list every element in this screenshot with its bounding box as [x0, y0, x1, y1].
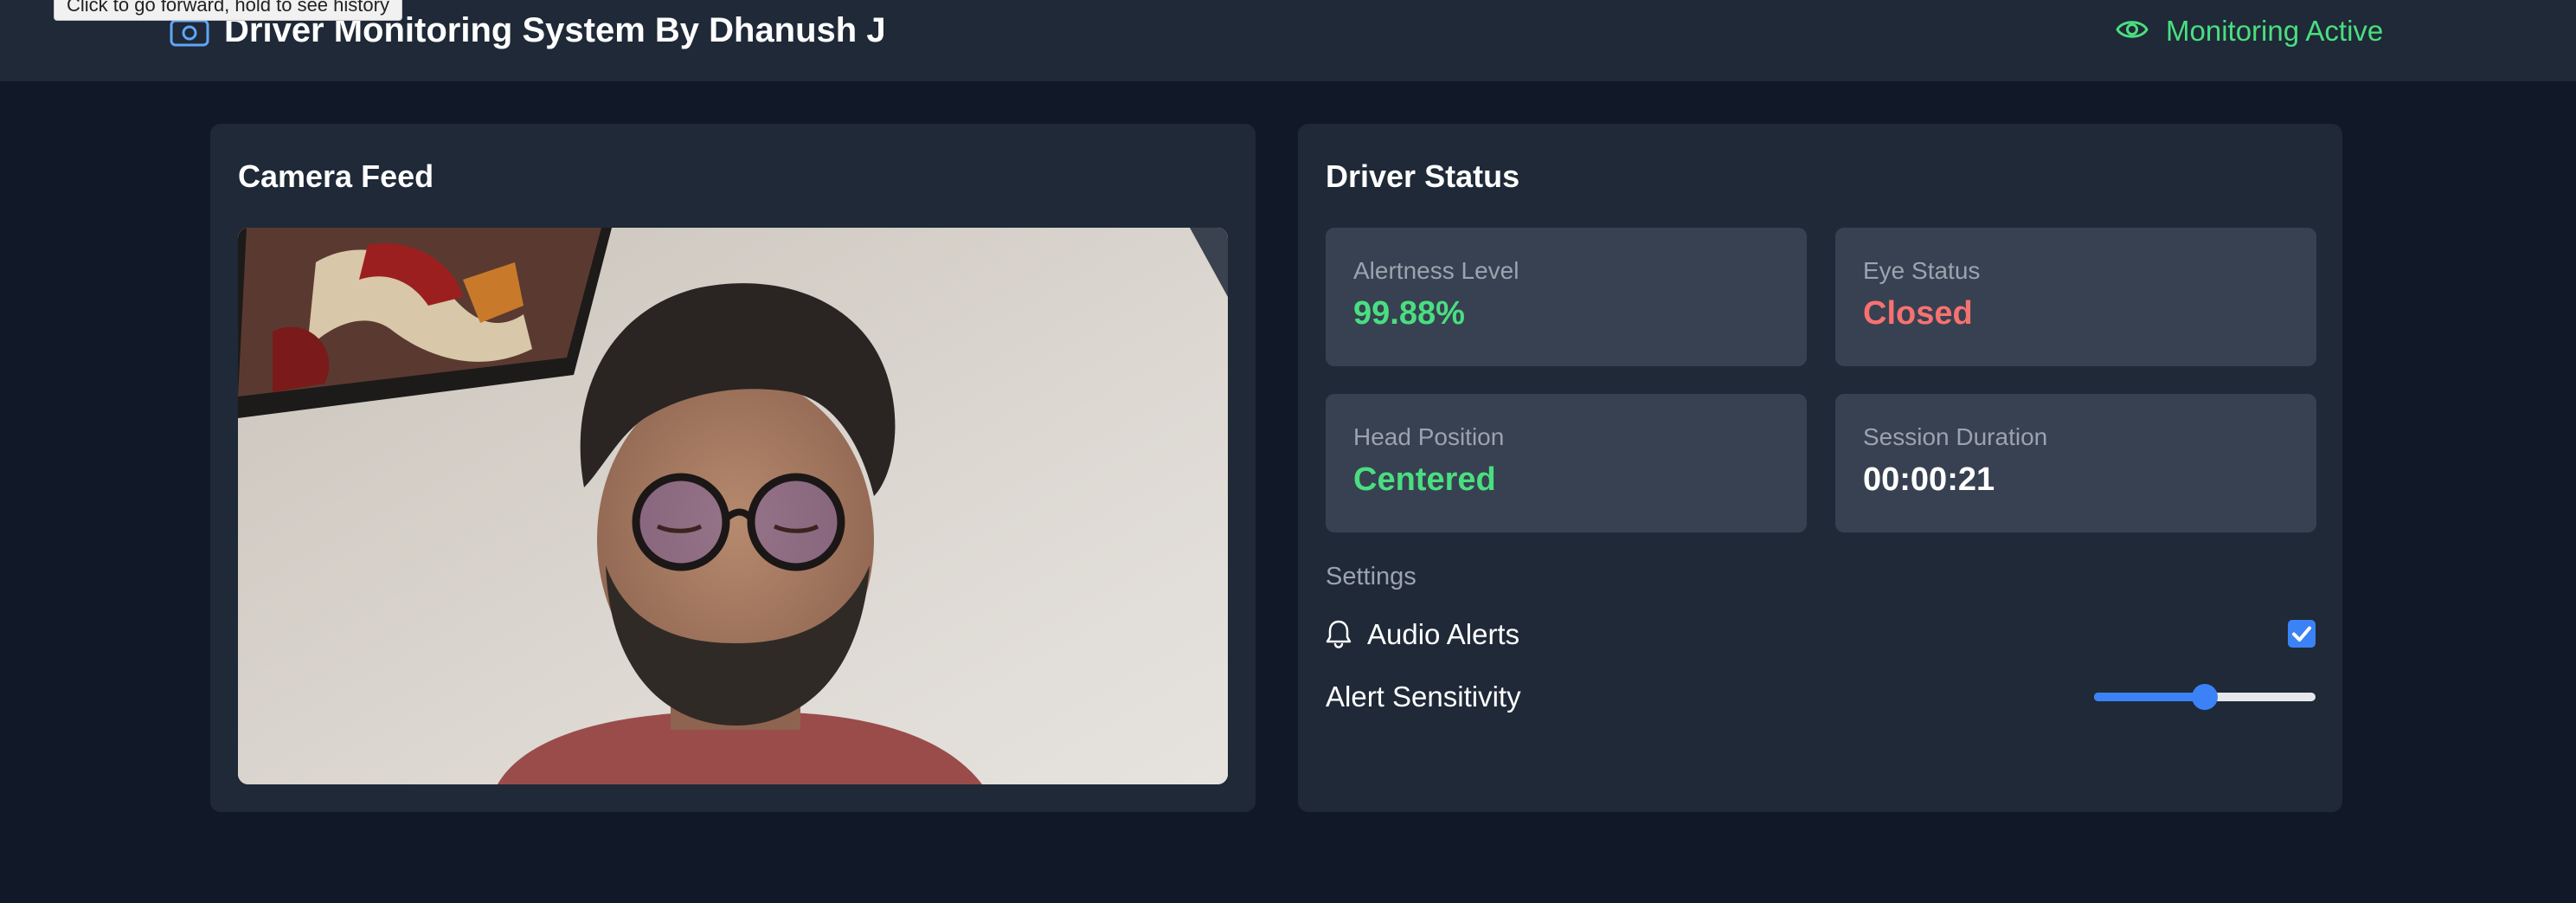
eye-status-value: Closed [1863, 295, 1973, 332]
monitoring-status-label: Monitoring Active [2166, 15, 2384, 47]
alert-sensitivity-slider[interactable] [2094, 683, 2316, 711]
session-duration-label: Session Duration [1863, 423, 2048, 450]
alertness-value: 99.88% [1353, 295, 1465, 332]
settings-heading: Settings [1326, 563, 1416, 590]
driver-status-title: Driver Status [1326, 158, 1520, 194]
audio-alerts-checkbox[interactable] [2288, 620, 2316, 648]
audio-alerts-label: Audio Alerts [1367, 618, 1520, 650]
eye-status-label: Eye Status [1863, 257, 1981, 284]
session-duration-value: 00:00:21 [1863, 461, 1995, 498]
session-duration-card: Session Duration 00:00:21 [1835, 394, 2316, 532]
camera-panel-title: Camera Feed [238, 158, 434, 194]
driver-status-panel: Driver Status Alertness Level 99.88% Eye… [1298, 124, 2342, 812]
head-position-value: Centered [1353, 461, 1496, 498]
eye-icon [2116, 21, 2149, 38]
head-position-card: Head Position Centered [1326, 394, 1807, 532]
slider-thumb[interactable] [2192, 684, 2218, 710]
camera-panel: Camera Feed [210, 124, 1256, 812]
eye-status-card: Eye Status Closed [1835, 228, 2316, 366]
camera-feed-image [238, 228, 1228, 784]
alertness-card: Alertness Level 99.88% [1326, 228, 1807, 366]
head-position-label: Head Position [1353, 423, 1505, 450]
browser-tooltip: Click to go forward, hold to see history [54, 0, 402, 21]
alertness-label: Alertness Level [1353, 257, 1519, 284]
alert-sensitivity-label: Alert Sensitivity [1326, 680, 1521, 713]
bell-icon [1326, 620, 1352, 648]
slider-fill [2094, 693, 2205, 701]
checkmark-icon [2292, 626, 2311, 642]
camera-feed-video [238, 228, 1228, 784]
